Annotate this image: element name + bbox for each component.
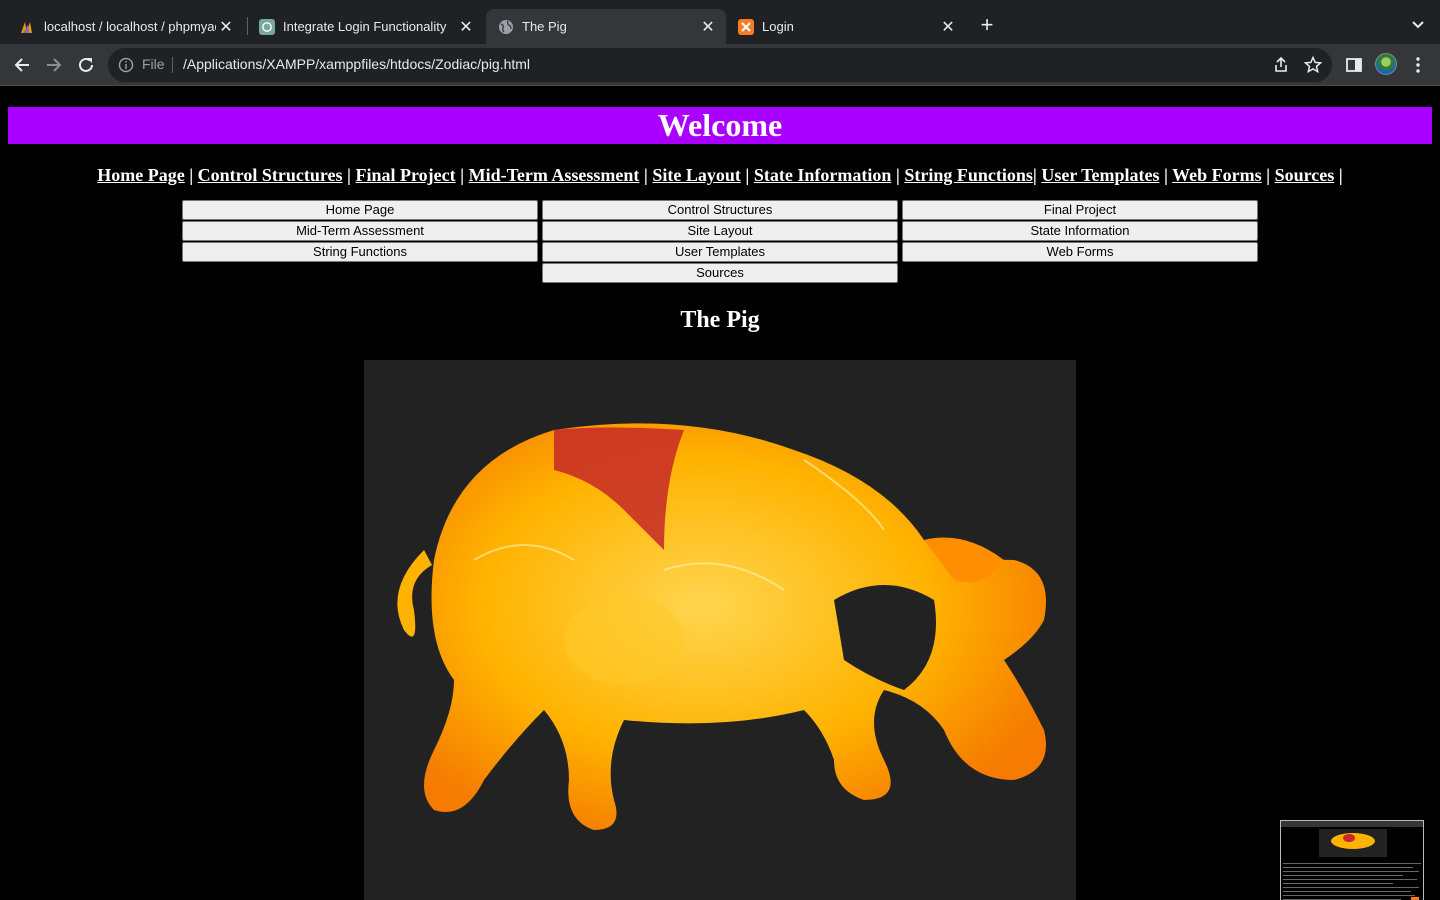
- sources-button[interactable]: Sources: [542, 263, 898, 283]
- phpmyadmin-icon: [20, 19, 36, 35]
- reload-icon[interactable]: [74, 53, 98, 77]
- nav-link-control-structures[interactable]: Control Structures: [198, 165, 343, 185]
- user-templates-button[interactable]: User Templates: [542, 242, 898, 262]
- close-tab-icon[interactable]: ✕: [698, 17, 718, 37]
- more-menu-icon[interactable]: [1406, 53, 1430, 77]
- chatgpt-icon: [259, 18, 275, 35]
- nav-link-site-layout[interactable]: Site Layout: [652, 165, 741, 185]
- page-content: Welcome Home Page | Control Structures |…: [0, 87, 1440, 900]
- nav-links: Home Page | Control Structures | Final P…: [97, 165, 1343, 185]
- nav-link-web-forms[interactable]: Web Forms: [1172, 165, 1262, 185]
- tab-phpmyadmin[interactable]: localhost / localhost / phpmyadmin ✕: [0, 9, 244, 44]
- state-information-button[interactable]: State Information: [902, 221, 1258, 241]
- pig-image: [364, 360, 1076, 900]
- tab-chatgpt[interactable]: Integrate Login Functionality ✕: [239, 9, 484, 44]
- site-layout-button[interactable]: Site Layout: [542, 221, 898, 241]
- close-tab-icon[interactable]: ✕: [456, 17, 476, 37]
- globe-icon: [498, 19, 514, 35]
- url-scheme-label: File: [142, 56, 165, 72]
- site-info-icon[interactable]: [118, 57, 134, 73]
- nav-link-state-information[interactable]: State Information: [754, 165, 892, 185]
- nav-link-string-functions[interactable]: String Functions: [904, 165, 1033, 185]
- close-tab-icon[interactable]: ✕: [938, 17, 958, 37]
- forward-arrow-icon[interactable]: [42, 53, 66, 77]
- screenshot-thumbnail[interactable]: [1280, 820, 1424, 900]
- welcome-banner: Welcome: [8, 107, 1432, 144]
- nav-link-sources[interactable]: Sources: [1275, 165, 1335, 185]
- nav-link-mid-term-assessment[interactable]: Mid-Term Assessment: [469, 165, 640, 185]
- nav-link-final-project[interactable]: Final Project: [355, 165, 455, 185]
- tab-strip: localhost / localhost / phpmyadmin ✕ Int…: [0, 0, 1440, 44]
- string-functions-button[interactable]: String Functions: [182, 242, 538, 262]
- home-page-button[interactable]: Home Page: [182, 200, 538, 220]
- new-tab-icon[interactable]: +: [976, 14, 998, 37]
- tab-title: Integrate Login Functionality: [283, 19, 447, 34]
- control-structures-button[interactable]: Control Structures: [542, 200, 898, 220]
- web-forms-button[interactable]: Web Forms: [902, 242, 1258, 262]
- side-panel-icon[interactable]: [1342, 53, 1366, 77]
- share-icon[interactable]: [1272, 56, 1290, 74]
- bookmark-star-icon[interactable]: [1303, 55, 1323, 74]
- tab-title: Login: [762, 19, 794, 34]
- tab-title: The Pig: [522, 19, 567, 34]
- back-arrow-icon[interactable]: [10, 53, 34, 77]
- mid-term-assessment-button[interactable]: Mid-Term Assessment: [182, 221, 538, 241]
- nav-link-user-templates[interactable]: User Templates: [1041, 165, 1159, 185]
- profile-avatar[interactable]: [1375, 53, 1397, 75]
- tab-login[interactable]: Login ✕: [718, 9, 966, 44]
- tab-title: localhost / localhost / phpmyadmin: [44, 19, 216, 34]
- xampp-icon: [738, 18, 754, 35]
- page-title: The Pig: [680, 307, 760, 333]
- tab-search-chevron-icon[interactable]: [1408, 15, 1428, 35]
- close-tab-icon[interactable]: ✕: [216, 17, 236, 37]
- address-bar[interactable]: File /Applications/XAMPP/xamppfiles/htdo…: [108, 48, 1332, 82]
- nav-link-home-page[interactable]: Home Page: [97, 165, 184, 185]
- final-project-button[interactable]: Final Project: [902, 200, 1258, 220]
- url-text[interactable]: /Applications/XAMPP/xamppfiles/htdocs/Zo…: [183, 56, 530, 72]
- tab-the-pig[interactable]: The Pig ✕: [486, 9, 726, 44]
- omnibox-divider: [172, 57, 173, 73]
- browser-toolbar: File /Applications/XAMPP/xamppfiles/htdo…: [0, 44, 1440, 86]
